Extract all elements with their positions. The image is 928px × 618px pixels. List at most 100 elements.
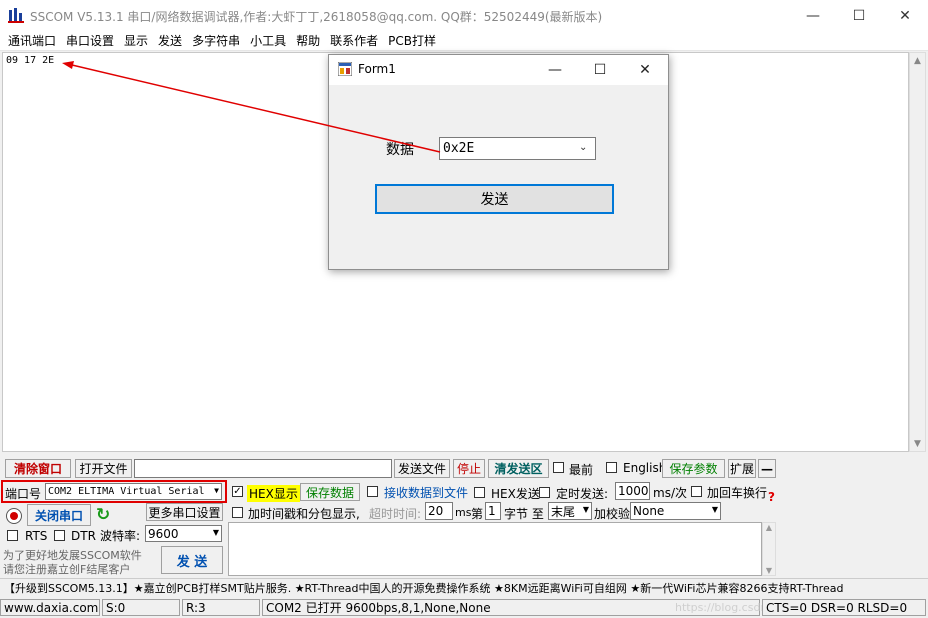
promo-ticker: 【升级到SSCOM5.13.1】★嘉立创PCB打样SMT贴片服务. ★RT-Th… xyxy=(0,578,928,596)
checksum-label: 加校验 xyxy=(594,507,631,521)
interval-input[interactable]: 1000 xyxy=(615,482,650,500)
minimize-button[interactable]: — xyxy=(790,0,836,31)
port-status-led-icon xyxy=(6,508,22,524)
more-port-settings-button[interactable]: 更多串口设置 xyxy=(146,503,223,521)
front-checkbox[interactable] xyxy=(553,462,564,473)
english-label: English xyxy=(623,461,667,475)
chevron-down-icon: ▼ xyxy=(582,505,589,514)
dtr-label: DTR xyxy=(71,529,96,543)
clear-send-button[interactable]: 清发送区 xyxy=(488,459,549,478)
checksum-value: None xyxy=(633,504,665,518)
baud-select[interactable]: 9600 ▼ xyxy=(145,525,222,542)
byte-index-value: 1 xyxy=(488,504,496,518)
save-data-button[interactable]: 保存数据 xyxy=(300,483,360,501)
status-bar: www.daxia.com S:0 R:3 COM2 已打开 9600bps,8… xyxy=(0,597,928,618)
dialog-close-button[interactable]: ✕ xyxy=(623,55,667,85)
data-label: 数据 xyxy=(386,142,414,158)
chevron-down-icon: ▼ xyxy=(711,505,718,514)
timed-send-checkbox[interactable] xyxy=(539,487,550,498)
baud-label: 波特率: xyxy=(100,529,141,543)
close-button[interactable]: ✕ xyxy=(882,0,928,31)
interval-unit: ms/次 xyxy=(653,486,687,500)
rts-checkbox[interactable] xyxy=(7,530,18,541)
refresh-icon[interactable]: ↻ xyxy=(96,506,114,524)
send-scrollbar[interactable]: ▲ ▼ xyxy=(762,522,776,576)
timeout-unit: ms xyxy=(455,506,472,519)
stop-button[interactable]: 停止 xyxy=(453,459,485,478)
promo-line-2: 请您注册嘉立创F结尾客户 xyxy=(3,563,131,576)
receive-scrollbar[interactable]: ▲ ▼ xyxy=(909,52,926,452)
status-signals: CTS=0 DSR=0 RLSD=0 xyxy=(762,599,926,616)
send-button[interactable]: 发 送 xyxy=(161,546,223,574)
menu-pcb[interactable]: PCB打样 xyxy=(383,32,441,49)
timed-send-label: 定时发送: xyxy=(556,487,609,501)
status-port-info: COM2 已打开 9600bps,8,1,None,None https://b… xyxy=(262,599,868,616)
form-app-icon xyxy=(338,62,352,76)
timeout-value: 20 xyxy=(428,504,444,518)
status-sent-count: S:0 xyxy=(102,599,180,616)
file-path-field[interactable] xyxy=(134,459,392,478)
port-label: 端口号 xyxy=(5,487,42,501)
scroll-up-icon[interactable]: ▲ xyxy=(763,523,775,532)
menu-multi-string[interactable]: 多字符串 xyxy=(187,32,245,49)
close-port-button[interactable]: 关闭串口 xyxy=(27,504,91,526)
hex-send-checkbox[interactable] xyxy=(474,487,485,498)
dialog-title: Form1 xyxy=(358,62,396,76)
chevron-down-icon[interactable]: ⌄ xyxy=(579,142,587,153)
dialog-maximize-button[interactable]: ☐ xyxy=(578,55,622,85)
expand-button[interactable]: 扩展 xyxy=(728,459,756,478)
chevron-down-icon: ▼ xyxy=(214,486,219,495)
front-label: 最前 xyxy=(569,463,594,477)
collapse-button[interactable]: — xyxy=(758,459,776,478)
byte-index-input[interactable]: 1 xyxy=(485,502,501,520)
timestamp-checkbox[interactable] xyxy=(232,507,243,518)
recv-to-file-checkbox[interactable] xyxy=(367,486,378,497)
chevron-down-icon: ▼ xyxy=(212,528,219,537)
timeout-input[interactable]: 20 xyxy=(425,502,453,520)
recv-to-file-label: 接收数据到文件 xyxy=(384,486,469,500)
data-combobox-value: 0x2E xyxy=(443,141,475,156)
help-icon[interactable]: ? xyxy=(768,490,775,504)
interval-value: 1000 xyxy=(618,484,649,498)
checksum-select[interactable]: None ▼ xyxy=(630,502,721,520)
add-crlf-label: 加回车换行 xyxy=(707,486,768,500)
hex-display-label: HEX显示 xyxy=(247,485,300,502)
port-select[interactable]: COM2 ELTIMA Virtual Serial ▼ xyxy=(45,483,222,500)
menu-display[interactable]: 显示 xyxy=(119,32,153,49)
scroll-down-icon[interactable]: ▼ xyxy=(910,436,925,451)
add-crlf-checkbox[interactable] xyxy=(691,486,702,497)
open-file-button[interactable]: 打开文件 xyxy=(75,459,132,478)
byte-prefix: 第 xyxy=(471,507,484,521)
save-params-button[interactable]: 保存参数 xyxy=(662,459,725,478)
clear-window-button[interactable]: 清除窗口 xyxy=(5,459,71,478)
menu-contact[interactable]: 联系作者 xyxy=(325,32,383,49)
byte-end-select[interactable]: 末尾 ▼ xyxy=(548,502,592,520)
timestamp-label: 加时间戳和分包显示, xyxy=(248,507,360,521)
dialog-title-bar: Form1 — ☐ ✕ xyxy=(329,55,668,85)
status-website[interactable]: www.daxia.com xyxy=(0,599,100,616)
menu-help[interactable]: 帮助 xyxy=(291,32,325,49)
hex-display-checkbox[interactable]: ✓ xyxy=(232,486,243,497)
status-port-text: COM2 已打开 9600bps,8,1,None,None xyxy=(266,601,491,615)
received-data: 09 17 2E xyxy=(6,55,55,66)
scroll-down-icon[interactable]: ▼ xyxy=(763,566,775,575)
status-received-count: R:3 xyxy=(182,599,260,616)
form1-dialog: Form1 — ☐ ✕ 数据 0x2E ⌄ 发送 xyxy=(328,54,669,270)
title-bar: SSCOM V5.13.1 串口/网络数据调试器,作者:大虾丁丁,2618058… xyxy=(0,0,928,31)
send-file-button[interactable]: 发送文件 xyxy=(394,459,450,478)
menu-tools[interactable]: 小工具 xyxy=(245,32,291,49)
timeout-label: 超时时间: xyxy=(369,507,422,521)
menu-port-settings[interactable]: 串口设置 xyxy=(61,32,119,49)
scroll-up-icon[interactable]: ▲ xyxy=(910,53,925,68)
rts-label: RTS xyxy=(25,529,48,543)
maximize-button[interactable]: ☐ xyxy=(836,0,882,31)
dtr-checkbox[interactable] xyxy=(54,530,65,541)
dialog-minimize-button[interactable]: — xyxy=(533,55,577,85)
byte-end-value: 末尾 xyxy=(551,504,576,519)
menu-send[interactable]: 发送 xyxy=(153,32,187,49)
english-checkbox[interactable] xyxy=(606,462,617,473)
send-textarea[interactable] xyxy=(228,522,762,576)
dialog-send-button[interactable]: 发送 xyxy=(375,184,614,214)
data-combobox[interactable]: 0x2E xyxy=(439,137,596,160)
menu-comm-port[interactable]: 通讯端口 xyxy=(3,32,61,49)
